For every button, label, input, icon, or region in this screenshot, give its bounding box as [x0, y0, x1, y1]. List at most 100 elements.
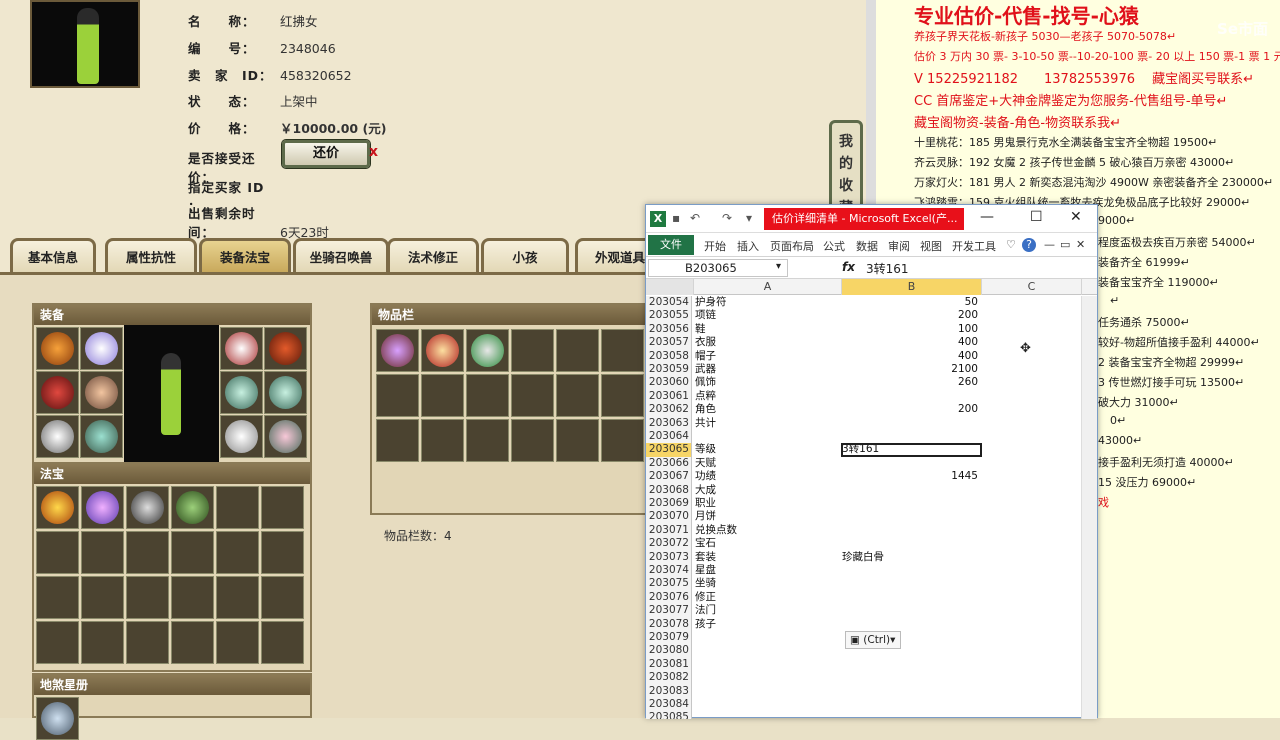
excel-titlebar[interactable]: X ▪ ↶ ↷ ▾ 估价详细清单 - Microsoft Excel(产... … [646, 205, 1097, 233]
column-header-a[interactable]: A [694, 279, 842, 295]
cell-b[interactable]: 200 [842, 309, 982, 322]
maximize-icon[interactable]: ☐ [1030, 209, 1043, 225]
treasure-slot[interactable] [126, 531, 169, 574]
cell-a[interactable]: 护身符 [695, 296, 841, 309]
sheet-row[interactable]: 203084 [646, 698, 1082, 712]
treasure-slot[interactable] [216, 621, 259, 664]
cell-a[interactable]: 共计 [695, 417, 841, 430]
equip-slot[interactable] [80, 371, 123, 414]
row-number[interactable]: 203066 [646, 456, 692, 471]
row-number[interactable]: 203054 [646, 296, 692, 310]
equip-slot[interactable] [264, 327, 307, 370]
cell-b[interactable]: 260 [842, 376, 982, 389]
treasure-slot[interactable] [216, 486, 259, 529]
row-number[interactable]: 203071 [646, 523, 692, 538]
sheet-row[interactable]: 203067 功绩 1445 [646, 470, 1082, 484]
ribbon-tab-insert[interactable]: 插入 [737, 238, 759, 254]
cell-a[interactable]: 修正 [695, 591, 841, 604]
cell-a[interactable]: 功绩 [695, 470, 841, 483]
favorite-button[interactable]: 我的收藏 [829, 120, 863, 215]
equip-slot[interactable] [220, 327, 263, 370]
row-number[interactable]: 203083 [646, 684, 692, 698]
ribbon-restore-icon[interactable]: ▭ [1060, 238, 1070, 251]
sheet-row[interactable]: 203072 宝石 [646, 537, 1082, 551]
sheet-row[interactable]: 203070 月饼 [646, 510, 1082, 524]
cell-b[interactable]: 2100 [842, 363, 982, 376]
treasure-slot[interactable] [216, 576, 259, 619]
ribbon-tab-review[interactable]: 审阅 [888, 238, 910, 254]
vertical-scrollbar[interactable] [1081, 296, 1097, 719]
treasure-slot[interactable] [171, 531, 214, 574]
tab-mounts-pets[interactable]: 坐骑召唤兽 [293, 238, 389, 272]
row-number[interactable]: 203063 [646, 416, 692, 430]
row-number[interactable]: 203077 [646, 604, 692, 618]
row-number[interactable]: 203075 [646, 577, 692, 591]
cell-a[interactable]: 等级 [695, 443, 841, 456]
equip-slot[interactable]: 限 [36, 371, 79, 436]
inventory-slot[interactable] [601, 374, 644, 417]
sheet-row[interactable]: 203066 天赋 [646, 456, 1082, 471]
treasure-slot[interactable] [216, 531, 259, 574]
inventory-slot[interactable] [601, 419, 644, 462]
equip-slot[interactable] [36, 415, 79, 458]
sheet-row[interactable]: 203055 项链 200 [646, 309, 1082, 323]
treasure-slot[interactable] [126, 621, 169, 664]
row-number[interactable]: 203081 [646, 657, 692, 672]
tab-children[interactable]: 小孩 [481, 238, 569, 272]
inventory-slot[interactable] [511, 329, 554, 372]
sheet-row[interactable]: 203061 点粹 [646, 389, 1082, 404]
inventory-slot[interactable] [511, 419, 554, 462]
row-number[interactable]: 203076 [646, 590, 692, 605]
sheet-row[interactable]: 203060 佩饰 260 [646, 376, 1082, 390]
treasure-slot[interactable] [126, 576, 169, 619]
equip-slot[interactable] [36, 327, 79, 370]
help-icon[interactable]: ? [1022, 238, 1036, 252]
treasure-slot[interactable] [261, 576, 304, 619]
cell-a[interactable]: 项链 [695, 309, 841, 322]
sheet-row[interactable]: 203083 [646, 684, 1082, 698]
treasure-slot[interactable] [261, 486, 304, 529]
equip-slot[interactable] [80, 415, 123, 458]
sheet-row[interactable]: 203081 [646, 657, 1082, 672]
treasure-slot[interactable] [171, 576, 214, 619]
undo-icon[interactable]: ↶ [690, 211, 700, 225]
name-box[interactable]: B203065 [648, 259, 788, 277]
tab-attributes[interactable]: 属性抗性 [105, 238, 197, 272]
inventory-slot[interactable] [556, 329, 599, 372]
inventory-slot[interactable] [466, 329, 509, 372]
sheet-row[interactable]: 203059 武器 2100 [646, 363, 1082, 377]
ribbon-minimize-icon[interactable]: — [1044, 238, 1055, 251]
cell-a[interactable]: 法门 [695, 604, 841, 617]
star-slot[interactable] [36, 697, 79, 740]
equip-slot[interactable] [220, 371, 263, 414]
sheet-row[interactable]: 203076 修正 [646, 590, 1082, 605]
cell-a[interactable]: 月饼 [695, 510, 841, 523]
ribbon-collapse-icon[interactable]: ♡ [1006, 238, 1016, 251]
inventory-slot[interactable] [601, 329, 644, 372]
cell-b[interactable]: 400 [842, 350, 982, 363]
inventory-slot[interactable] [421, 329, 464, 372]
row-number[interactable]: 203078 [646, 617, 692, 631]
paste-options-button[interactable]: ▣ (Ctrl)▾ [845, 631, 901, 649]
excel-window[interactable]: X ▪ ↶ ↷ ▾ 估价详细清单 - Microsoft Excel(产... … [645, 204, 1098, 719]
equip-slot[interactable] [220, 415, 263, 458]
row-number[interactable]: 203057 [646, 336, 692, 350]
file-tab[interactable]: 文件 [648, 235, 694, 255]
row-number[interactable]: 203055 [646, 309, 692, 323]
cell-a[interactable]: 衣服 [695, 336, 841, 349]
minimize-icon[interactable]: — [980, 209, 994, 225]
ribbon-tab-home[interactable]: 开始 [704, 238, 726, 254]
treasure-slot[interactable] [261, 621, 304, 664]
cell-a[interactable]: 鞋 [695, 323, 841, 336]
treasure-slot[interactable] [261, 531, 304, 574]
ribbon-tab-view[interactable]: 视图 [920, 238, 942, 254]
cell-a[interactable]: 套装 [695, 551, 841, 564]
cell-a[interactable]: 坐骑 [695, 577, 841, 590]
save-icon[interactable]: ▪ [672, 211, 680, 225]
row-number[interactable]: 203056 [646, 322, 692, 337]
quick-access-chevron-icon[interactable]: ▾ [746, 211, 752, 225]
row-number[interactable]: 203072 [646, 537, 692, 551]
sheet-row[interactable]: 203063 共计 [646, 416, 1082, 430]
column-header-c[interactable]: C [982, 279, 1082, 295]
row-number[interactable]: 203069 [646, 497, 692, 511]
